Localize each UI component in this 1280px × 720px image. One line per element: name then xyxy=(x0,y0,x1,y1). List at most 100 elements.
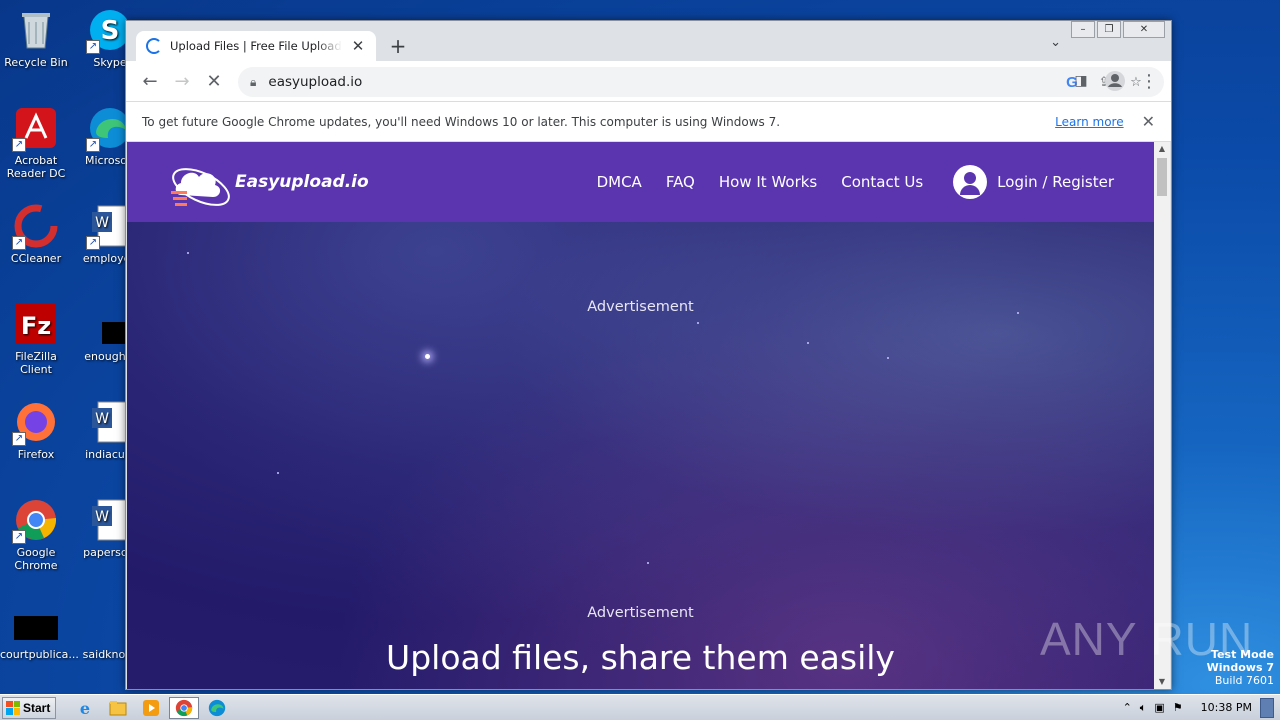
desktop-icon-label: Firefox xyxy=(17,448,55,461)
page-scrollbar[interactable]: ▲ ▼ xyxy=(1154,142,1170,689)
desktop-icon-ccleaner[interactable]: ↗ CCleaner xyxy=(0,204,72,265)
desktop-icon-label: FileZilla Client xyxy=(15,350,57,376)
chrome-icon: ↗ xyxy=(12,498,58,544)
star-decoration xyxy=(887,357,889,359)
recycle-bin-icon xyxy=(14,8,58,52)
page-viewport: Easyupload.io DMCA FAQ How It Works Cont… xyxy=(127,142,1154,689)
shortcut-arrow-icon: ↗ xyxy=(12,236,26,250)
desktop-icon-label: Google Chrome xyxy=(14,546,58,572)
brand-name: Easyupload.io xyxy=(235,172,369,192)
scroll-down-arrow-icon[interactable]: ▼ xyxy=(1154,675,1170,689)
nav-contact-us[interactable]: Contact Us xyxy=(841,173,923,191)
close-window-button[interactable]: ✕ xyxy=(1123,21,1165,38)
star-decoration xyxy=(187,252,189,254)
stop-loading-button[interactable]: ✕ xyxy=(198,65,230,97)
shortcut-arrow-icon: ↗ xyxy=(86,40,100,54)
site-logo[interactable]: Easyupload.io xyxy=(167,157,369,207)
advertisement-label-bottom: Advertisement xyxy=(587,605,694,621)
user-avatar-icon xyxy=(953,165,988,199)
shortcut-arrow-icon: ↗ xyxy=(12,138,26,152)
firefox-icon: ↗ xyxy=(12,400,58,446)
volume-icon[interactable]: 🔈︎ xyxy=(1140,701,1147,715)
taskbar-explorer-icon[interactable] xyxy=(103,697,133,719)
site-nav-links: DMCA FAQ How It Works Contact Us Login /… xyxy=(597,165,1114,199)
shortcut-arrow-icon: ↗ xyxy=(12,432,26,446)
test-mode-line: Test Mode xyxy=(1211,648,1274,661)
system-tray: ⌃ 🔈︎ ▣ ⚑ 10:38 PM xyxy=(1123,697,1280,718)
tab-search-chevron-icon[interactable]: ⌄ xyxy=(1050,35,1061,50)
minimize-button[interactable]: – xyxy=(1071,21,1095,38)
url-text[interactable]: easyupload.io xyxy=(268,74,1056,90)
nav-dmca[interactable]: DMCA xyxy=(597,173,642,191)
cloud-logo-icon xyxy=(167,157,230,207)
show-desktop-button[interactable] xyxy=(1260,697,1274,718)
desktop-icon-courtpublica[interactable]: courtpublica... xyxy=(0,604,79,661)
desktop-icon-label: Recycle Bin xyxy=(4,56,68,69)
tab-strip: Upload Files | Free File Upload and Tran… xyxy=(126,21,1171,61)
star-decoration xyxy=(647,562,649,564)
windows-logo-icon xyxy=(6,700,20,715)
site-header: Easyupload.io DMCA FAQ How It Works Cont… xyxy=(127,142,1154,222)
close-tab-icon[interactable]: ✕ xyxy=(350,37,366,55)
browser-toolbar: ← → ✕ 🔒︎ easyupload.io G ⇪ ☆ ◨ ⋮ xyxy=(126,61,1171,101)
shortcut-arrow-icon: ↗ xyxy=(86,138,100,152)
scroll-up-arrow-icon[interactable]: ▲ xyxy=(1154,142,1170,156)
star-decoration xyxy=(277,472,279,474)
svg-text:S: S xyxy=(101,16,120,46)
learn-more-link[interactable]: Learn more xyxy=(1055,115,1123,129)
back-button[interactable]: ← xyxy=(134,65,166,97)
show-hidden-icons-icon[interactable]: ⌃ xyxy=(1123,701,1132,714)
windows-version-line: Windows 7 xyxy=(1206,661,1274,674)
nav-faq[interactable]: FAQ xyxy=(666,173,695,191)
action-center-flag-icon[interactable]: ⚑ xyxy=(1173,701,1183,714)
desktop-icon-label: CCleaner xyxy=(10,252,62,265)
loading-spinner-icon xyxy=(146,38,162,54)
advertisement-label-top: Advertisement xyxy=(587,299,694,315)
taskbar-edge-icon[interactable] xyxy=(202,697,232,719)
desktop-icon-recycle-bin[interactable]: Recycle Bin xyxy=(0,8,72,69)
infobar-message: To get future Google Chrome updates, you… xyxy=(142,114,781,129)
profile-avatar-icon[interactable] xyxy=(1099,65,1131,97)
desktop-icon-label: Acrobat Reader DC xyxy=(6,154,66,180)
update-infobar: To get future Google Chrome updates, you… xyxy=(126,101,1171,142)
taskbar-media-player-icon[interactable] xyxy=(136,697,166,719)
menu-kebab-icon[interactable]: ⋮ xyxy=(1133,65,1165,97)
new-tab-button[interactable]: + xyxy=(386,35,410,57)
scroll-thumb[interactable] xyxy=(1157,158,1167,196)
lock-icon[interactable]: 🔒︎ xyxy=(250,75,256,90)
start-button[interactable]: Start xyxy=(2,696,56,719)
shortcut-arrow-icon: ↗ xyxy=(12,530,26,544)
hero-heading: Upload files, share them easily xyxy=(386,638,895,677)
desktop-icon-filezilla[interactable]: Fz FileZilla Client xyxy=(0,302,72,376)
clock[interactable]: 10:38 PM xyxy=(1201,701,1252,714)
chrome-window: Upload Files | Free File Upload and Tran… xyxy=(125,20,1172,690)
forward-button[interactable]: → xyxy=(166,65,198,97)
svg-text:e: e xyxy=(80,699,90,717)
file-icon xyxy=(14,604,58,644)
start-label: Start xyxy=(23,700,51,715)
side-panel-icon[interactable]: ◨ xyxy=(1065,65,1097,97)
login-register-button[interactable]: Login / Register xyxy=(953,165,1114,199)
svg-text:Fz: Fz xyxy=(21,312,51,340)
restore-button[interactable]: ❐ xyxy=(1097,21,1121,38)
network-icon[interactable]: ▣ xyxy=(1154,701,1164,714)
star-decoration xyxy=(425,354,430,359)
desktop-icon-firefox[interactable]: ↗ Firefox xyxy=(0,400,72,461)
desktop-icon-chrome[interactable]: ↗ Google Chrome xyxy=(0,498,72,572)
close-infobar-icon[interactable]: ✕ xyxy=(1142,112,1155,131)
svg-text:W: W xyxy=(95,411,109,427)
taskbar-chrome-icon[interactable] xyxy=(169,696,199,719)
acrobat-icon: ↗ xyxy=(12,106,58,152)
login-register-label: Login / Register xyxy=(997,173,1114,191)
taskbar-ie-icon[interactable]: e xyxy=(70,697,100,719)
desktop-icon-label: Skype xyxy=(93,56,127,69)
address-bar[interactable]: 🔒︎ easyupload.io G ⇪ ☆ xyxy=(238,67,1164,97)
desktop-icon-acrobat[interactable]: ↗ Acrobat Reader DC xyxy=(0,106,72,180)
tab-easyupload[interactable]: Upload Files | Free File Upload and Tran… xyxy=(136,31,376,61)
shortcut-arrow-icon: ↗ xyxy=(86,236,100,250)
star-decoration xyxy=(697,322,699,324)
star-decoration xyxy=(807,342,809,344)
windows-test-mode-label: Test Mode Windows 7 Build 7601 xyxy=(1207,648,1274,687)
nav-how-it-works[interactable]: How It Works xyxy=(719,173,817,191)
filezilla-icon: Fz xyxy=(14,302,58,346)
